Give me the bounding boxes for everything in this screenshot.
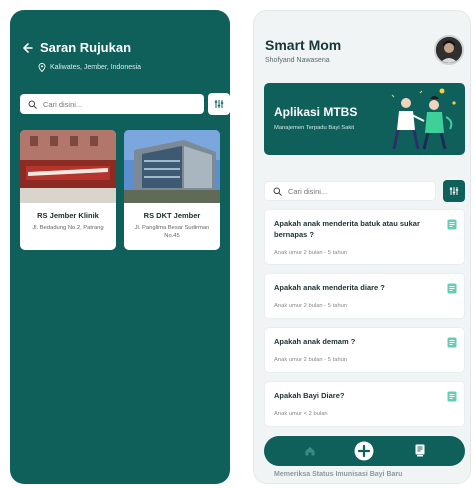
- hospital-card-1[interactable]: RS Jember Klinik Jl. Bedadung No.2, Patr…: [20, 130, 116, 250]
- user-photo: [436, 37, 462, 63]
- partial-list-item: Memeriksa Status Imunisasi Bayi Baru: [274, 471, 403, 478]
- banner: Aplikasi MTBS Manajemen Terpadu Bayi Sak…: [264, 83, 465, 155]
- banner-title: Aplikasi MTBS: [274, 105, 358, 119]
- home-screen: Smart Mom Shofyand Nawasena Aplikasi MTB…: [253, 10, 471, 484]
- question-subtitle: Anak umur 2 bulan - 5 tahun: [274, 303, 348, 309]
- clipboard-icon: [447, 219, 457, 230]
- clipboard-icon: [447, 337, 457, 348]
- user-name: Shofyand Nawasena: [265, 57, 330, 64]
- search-input[interactable]: [288, 186, 428, 196]
- search-icon: [273, 187, 282, 196]
- clipboard-icon: [447, 391, 457, 402]
- hospital-name: RS DKT Jember: [143, 211, 201, 220]
- sliders-icon: [449, 187, 459, 195]
- map-pin-icon: [38, 63, 46, 72]
- referral-header: Saran Rujukan Kaliwates, Jember, Indones…: [22, 40, 218, 72]
- filter-button[interactable]: [443, 180, 465, 202]
- question-title: Apakah anak demam ?: [274, 337, 356, 346]
- page-title: Saran Rujukan: [40, 40, 132, 55]
- question-subtitle: Anak umur < 2 bulan: [274, 411, 328, 417]
- search-bar: [264, 181, 436, 201]
- clipboard-icon: [447, 283, 457, 294]
- question-subtitle: Anak umur 2 bulan - 5 tahun: [274, 357, 348, 363]
- question-card-1[interactable]: Apakah anak menderita batuk atau sukar b…: [264, 209, 465, 265]
- hospital-address: Jl. Bedadung No.2, Patrang: [32, 225, 104, 231]
- referral-screen: Saran Rujukan Kaliwates, Jember, Indones…: [10, 10, 230, 484]
- search-bar: [20, 94, 204, 114]
- question-card-3[interactable]: Apakah anak demam ? Anak umur 2 bulan - …: [264, 327, 465, 373]
- hospital-name: RS Jember Klinik: [37, 211, 99, 220]
- question-card-2[interactable]: Apakah anak menderita diare ? Anak umur …: [264, 273, 465, 319]
- title-row: Saran Rujukan: [22, 40, 218, 55]
- search-input[interactable]: [43, 99, 193, 109]
- home-icon[interactable]: [304, 445, 316, 457]
- app-title: Smart Mom: [265, 37, 342, 53]
- search-icon: [28, 100, 37, 109]
- filter-button[interactable]: [208, 93, 230, 115]
- hospital-card-2[interactable]: RS DKT Jember Jl. Panglima Besar Sudirma…: [124, 130, 220, 250]
- banner-subtitle: Manajemen Terpadu Bayi Sakit: [274, 125, 355, 131]
- plus-circle-icon[interactable]: [354, 441, 374, 461]
- sliders-icon: [214, 100, 224, 108]
- hospital-photo-1: [20, 130, 116, 203]
- arrow-left-icon[interactable]: [22, 42, 34, 54]
- avatar[interactable]: [434, 35, 464, 65]
- hospital-photo-2: [124, 130, 220, 203]
- question-subtitle: Anak umur 2 bulan - 5 tahun: [274, 250, 348, 256]
- hospital-address: Jl. Panglima Besar Sudirman No.45: [134, 225, 210, 239]
- question-title: Apakah anak menderita batuk atau sukar b…: [274, 219, 420, 239]
- bottom-nav: [264, 436, 465, 466]
- location-text: Kaliwates, Jember, Indonesia: [50, 64, 142, 71]
- people-illustration: [391, 88, 456, 150]
- question-title: Apakah Bayi Diare?: [274, 391, 345, 400]
- question-title: Apakah anak menderita diare ?: [274, 283, 385, 292]
- location-row: Kaliwates, Jember, Indonesia: [22, 63, 218, 72]
- book-icon[interactable]: [415, 444, 425, 457]
- question-card-4[interactable]: Apakah Bayi Diare? Anak umur < 2 bulan: [264, 381, 465, 427]
